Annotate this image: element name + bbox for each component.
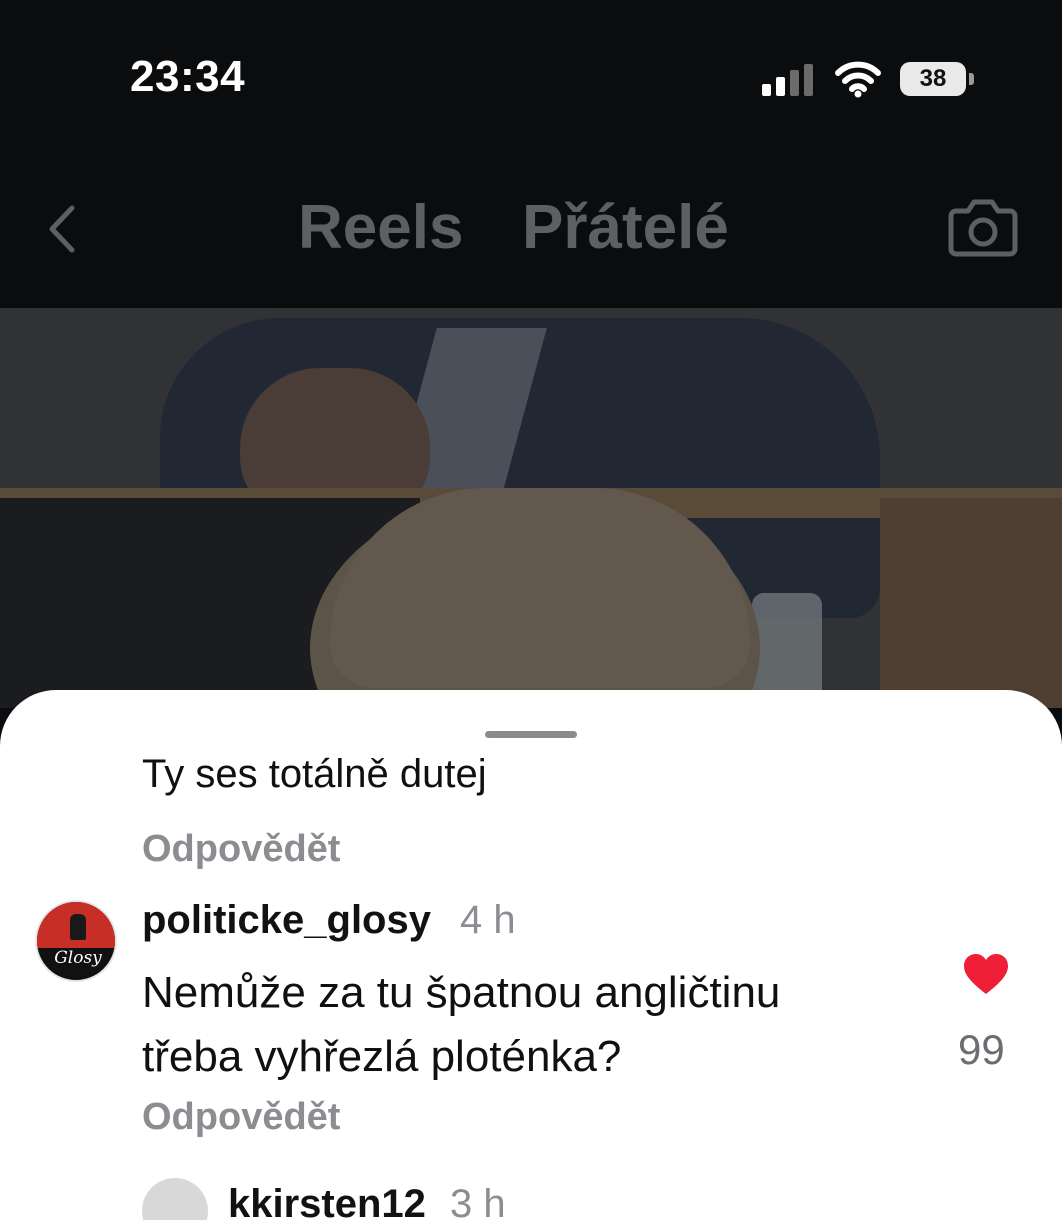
reels-header: Reels Přátelé — [0, 150, 1062, 308]
like-count: 99 — [958, 1026, 1005, 1073]
heart-icon[interactable] — [962, 952, 1010, 996]
status-time: 23:34 — [130, 52, 246, 101]
comment-text-line: Nemůže za tu špatnou angličtinu — [142, 968, 781, 1017]
comment-username[interactable]: kkirsten12 — [228, 1182, 426, 1220]
reply-button[interactable]: Odpovědět — [142, 828, 340, 871]
sheet-drag-handle[interactable] — [485, 731, 577, 738]
comments-sheet: Ty ses totálně dutej Odpovědět Glosy pol… — [0, 690, 1062, 1220]
comment-text-line: třeba vyhřezlá ploténka? — [142, 1032, 622, 1081]
battery-level: 38 — [900, 62, 966, 96]
battery-icon: 38 — [900, 62, 974, 96]
comment-timestamp: 4 h — [460, 898, 516, 942]
video-hair — [330, 488, 750, 688]
video-table — [880, 498, 1062, 708]
reel-video[interactable] — [0, 308, 1062, 708]
previous-comment-text: Ty ses totálně dutej — [142, 752, 487, 796]
reply-button[interactable]: Odpovědět — [142, 1096, 340, 1139]
comment-username[interactable]: politicke_glosy — [142, 898, 431, 943]
battery-tip — [969, 73, 974, 85]
tab-friends[interactable]: Přátelé — [522, 192, 729, 263]
camera-icon[interactable] — [948, 195, 1018, 259]
status-bar: 23:34 38 — [0, 0, 1062, 150]
avatar[interactable]: Glosy — [35, 900, 117, 982]
comment-timestamp: 3 h — [450, 1182, 506, 1220]
avatar-logo-figure — [70, 914, 86, 940]
avatar-logo-text: Glosy — [54, 948, 102, 968]
avatar[interactable] — [142, 1178, 208, 1220]
back-chevron-icon[interactable] — [40, 202, 84, 256]
cellular-signal-icon — [762, 64, 813, 96]
tab-reels[interactable]: Reels — [298, 192, 463, 263]
wifi-icon — [835, 61, 881, 98]
